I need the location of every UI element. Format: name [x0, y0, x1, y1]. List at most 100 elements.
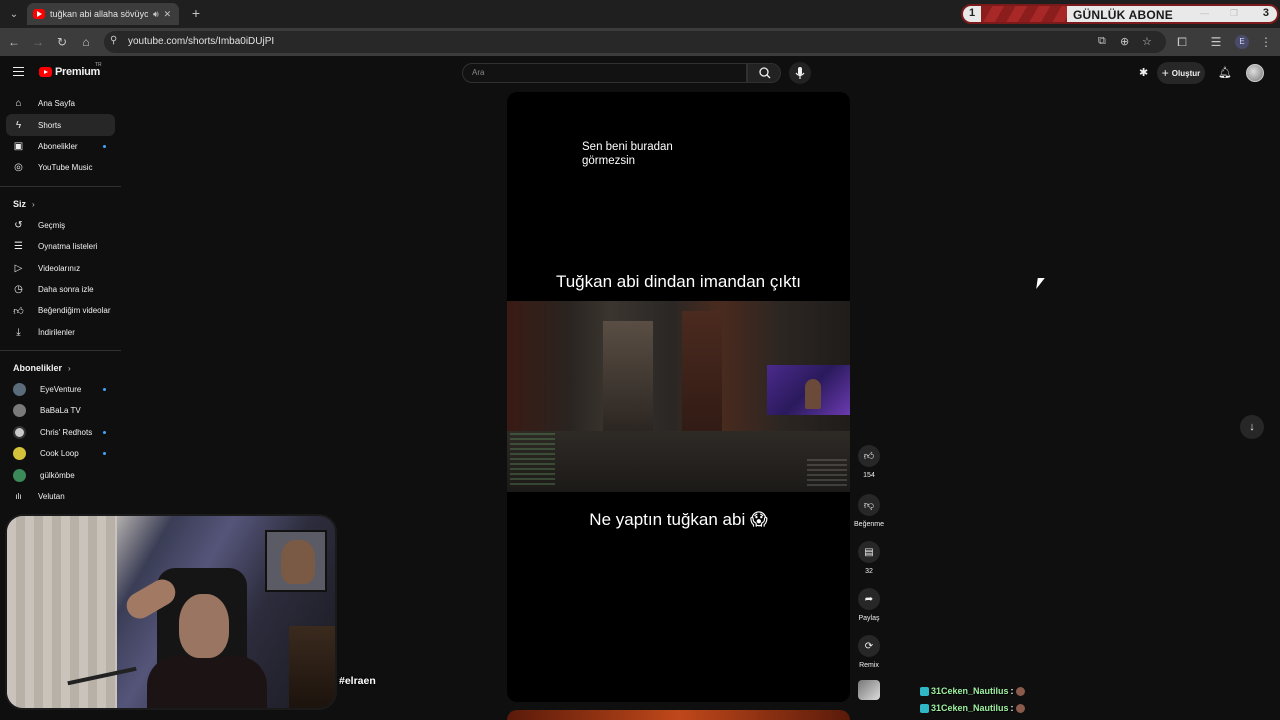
sidebar-item-shorts[interactable]: ϟ Shorts [6, 114, 115, 136]
remix-action: ⟳ Remix [852, 635, 886, 669]
zoom-icon[interactable]: ⊕ [1120, 35, 1129, 48]
sidebar-item-playlists[interactable]: ☰ Oynatma listeleri [0, 236, 121, 257]
browser-tab-active[interactable]: tuğkan abi allaha sövüyor 4 🔊︎ ✕ [27, 3, 179, 25]
channel-avatar [13, 447, 26, 461]
site-info-icon[interactable]: ⚲ [110, 35, 117, 46]
sidebar-channel-babala-tv[interactable]: BaBaLa TV [0, 400, 121, 421]
share-action: ➦ Paylaş [852, 588, 886, 622]
youtube-play-logo-icon [39, 67, 52, 77]
sidebar-section-you[interactable]: Siz › [0, 194, 121, 215]
sidebar-channel-gulkombe[interactable]: gülkömbe [0, 464, 121, 485]
streamer-figure [805, 379, 821, 409]
url-text[interactable]: youtube.com/shorts/Imba0iDUjPI [128, 36, 274, 47]
browser-toolbar: ← → ↻ ⌂ ⚲ youtube.com/shorts/Imba0iDUjPI… [0, 28, 1280, 56]
hamburger-menu-icon[interactable] [13, 67, 24, 76]
your-videos-icon: ▷ [14, 262, 23, 274]
sidebar-channel-velutan[interactable]: ılı Velutan [0, 486, 121, 507]
sidebar-item-label: Abonelikler [38, 141, 78, 151]
tab-close-icon[interactable]: ✕ [164, 9, 172, 20]
comments-action: ▤ 32 [852, 541, 886, 575]
equalizer-icon: ılı [15, 492, 22, 502]
sidebar-item-your-videos[interactable]: ▷ Videolarınız [0, 257, 121, 278]
dislike-label: Beğenme [854, 521, 884, 528]
sidebar-section-subscriptions[interactable]: Abonelikler › [0, 358, 121, 379]
reload-icon[interactable]: ↻ [54, 34, 70, 50]
home-icon[interactable]: ⌂ [78, 34, 94, 50]
caption-middle: Tuğkan abi dindan imandan çıktı [555, 272, 802, 291]
new-content-dot [103, 430, 106, 434]
share-button[interactable]: ➦ [858, 588, 880, 610]
overlay-stripe [981, 6, 1067, 22]
sidebar-channel-chris-redhots[interactable]: Chris' Redhots [0, 422, 121, 443]
plus-icon: + [1161, 66, 1169, 80]
comment-count: 32 [865, 568, 873, 575]
game-chat-hud [510, 433, 555, 485]
shorts-video-player[interactable]: Sen beni buradan görmezsin Tuğkan abi di… [507, 92, 850, 702]
chat-colon: : [1010, 703, 1014, 713]
new-content-dot [103, 452, 106, 456]
cast-icon[interactable]: ⧉ [1098, 35, 1106, 48]
channel-avatar [13, 404, 26, 418]
new-tab-plus-icon[interactable]: + [188, 5, 204, 21]
dislike-button[interactable]: 👎︎ [858, 494, 880, 516]
next-short-preview[interactable] [507, 710, 850, 720]
channel-avatar [13, 383, 26, 397]
background-curtain [7, 516, 117, 708]
browser-tabbar: ⌄ tuğkan abi allaha sövüyor 4 🔊︎ ✕ + 1 G… [0, 0, 1280, 28]
media-icon[interactable]: ☰ [1208, 34, 1224, 50]
section-title: Siz [13, 199, 27, 210]
sidebar-channel-cook-loop[interactable]: Cook Loop [0, 443, 121, 464]
remix-button[interactable]: ⟳ [858, 635, 880, 657]
sidebar-item-youtube-music[interactable]: ◎ YouTube Music [0, 157, 121, 178]
forward-icon[interactable]: → [30, 34, 46, 50]
sidebar-item-subscriptions[interactable]: ▣ Abonelikler [0, 136, 121, 157]
extensions-icon[interactable]: ⧠ [1174, 34, 1190, 50]
account-avatar[interactable] [1246, 64, 1264, 82]
chat-message: 31Ceken_Nautilus: [920, 686, 1025, 696]
voice-search-button[interactable] [789, 62, 811, 84]
comments-button[interactable]: ▤ [858, 541, 880, 563]
bookmark-star-icon[interactable]: ☆ [1142, 35, 1152, 48]
sidebar-item-label: Beğendiğim videolar [38, 306, 111, 316]
sidebar-item-downloads[interactable]: ⤓ İndirilenler [0, 322, 121, 343]
search-input[interactable]: Ara [462, 63, 747, 83]
stream-hashtag: #elraen [339, 675, 376, 687]
search-placeholder: Ara [472, 68, 485, 77]
tab-list-chevron-icon[interactable]: ⌄ [5, 5, 23, 23]
streamer-webcam-overlay [5, 514, 337, 710]
back-icon[interactable]: ← [6, 34, 22, 50]
sidebar-item-history[interactable]: ↺ Geçmiş [0, 215, 121, 236]
like-button[interactable]: 👍︎ [858, 445, 880, 467]
browser-profile-avatar[interactable]: E [1235, 35, 1249, 49]
search-button[interactable] [747, 63, 781, 83]
speaker-icon[interactable]: 🔊︎ [153, 9, 159, 20]
create-button[interactable]: + Oluştur [1157, 62, 1205, 84]
browser-menu-icon[interactable]: ⋮ [1258, 34, 1274, 50]
sidebar-item-label: Daha sonra izle [38, 284, 94, 294]
chevron-right-icon: › [68, 363, 71, 373]
streamer-body [147, 656, 267, 708]
section-title: Abonelikler [13, 363, 63, 374]
sidebar-item-watch-later[interactable]: ◷ Daha sonra izle [0, 279, 121, 300]
sidebar-item-home[interactable]: ⌂ Ana Sayfa [0, 93, 121, 114]
next-short-arrow-icon[interactable]: ↓ [1240, 415, 1264, 439]
channel-name: gülkömbe [40, 470, 75, 480]
new-content-dot [103, 144, 106, 148]
remix-label: Remix [859, 662, 879, 669]
gemini-sparkle-icon[interactable]: ✱ [1139, 66, 1148, 79]
subscriptions-icon: ▣ [13, 140, 24, 152]
sound-source-thumbnail[interactable] [858, 680, 880, 700]
region-code: TR [95, 62, 102, 68]
sidebar-item-liked-videos[interactable]: 👍︎ Beğendiğim videolar [0, 300, 121, 321]
streamer-face [179, 594, 229, 658]
sidebar-channel-eyeventure[interactable]: EyeVenture [0, 379, 121, 400]
notifications-bell-icon[interactable]: 🔔︎ [1218, 66, 1232, 79]
game-scene-floor [507, 431, 850, 492]
dislike-action: 👎︎ Beğenme [852, 494, 886, 528]
youtube-premium-logo[interactable]: Premium TR [39, 62, 102, 78]
sidebar-item-label: Ana Sayfa [38, 99, 75, 109]
minimize-icon[interactable]: — [1200, 8, 1209, 18]
address-bar[interactable]: ⚲ youtube.com/shorts/Imba0iDUjPI ⧉ ⊕ ☆ [104, 31, 1166, 53]
restore-icon[interactable]: ❐ [1230, 8, 1238, 19]
sidebar-divider [0, 185, 121, 187]
